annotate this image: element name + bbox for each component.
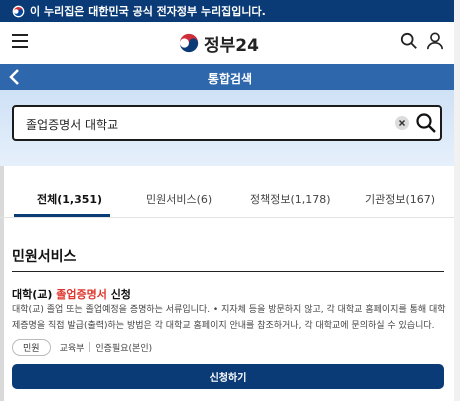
section-title: 민원서비스 — [12, 249, 77, 265]
result-meta: 민원 교육부 인증필요(본인) — [12, 338, 152, 356]
gov-banner-text: 이 누리집은 대한민국 공식 전자정부 누리집입니다. — [30, 5, 266, 18]
active-tab-indicator — [14, 214, 110, 217]
result-title-prefix: 대학(교) — [12, 288, 57, 301]
page-title: 통합검색 — [207, 72, 253, 86]
result-title[interactable]: 대학(교) 졸업증명서 신청 — [12, 286, 131, 302]
search-box — [12, 105, 442, 141]
tab-all[interactable]: 전체(1,351) — [37, 191, 102, 207]
apply-button[interactable]: 신청하기 — [12, 364, 444, 389]
agency-label: 교육부 — [59, 343, 85, 354]
tab-agency-info[interactable]: 기관정보(167) — [365, 191, 435, 207]
search-icon[interactable] — [400, 32, 418, 50]
close-icon — [399, 120, 405, 126]
result-tabs: 전체(1,351) 민원서비스(6) 정책정보(1,178) 기관정보(167) — [0, 183, 460, 218]
menu-icon[interactable] — [12, 34, 28, 48]
section-divider — [12, 271, 444, 272]
taegeuk-flag-icon — [12, 5, 25, 17]
auth-requirement: 인증필요(본인) — [95, 343, 153, 354]
search-input[interactable] — [24, 114, 388, 134]
clear-search-button[interactable] — [395, 116, 409, 130]
search-area — [0, 90, 460, 166]
tab-policy-info[interactable]: 정책정보(1,178) — [250, 191, 331, 207]
header: 정부24 — [0, 22, 460, 64]
meta-separator — [89, 342, 91, 352]
search-submit-icon[interactable] — [415, 112, 437, 134]
titlebar: 통합검색 — [0, 64, 460, 90]
tab-civil-services[interactable]: 민원서비스(6) — [146, 191, 212, 207]
user-icon[interactable] — [426, 32, 444, 50]
logo-text: 정부24 — [204, 35, 259, 56]
result-description: 대학(교) 졸업 또는 졸업예정을 증명하는 서류입니다. • 지자체 등을 방… — [12, 305, 446, 331]
category-badge: 민원 — [12, 338, 51, 356]
gov24-emblem-icon — [178, 32, 200, 54]
result-title-highlight: 졸업증명서 — [56, 288, 107, 301]
scrollbar[interactable] — [454, 0, 460, 401]
logo[interactable]: 정부24 — [178, 30, 259, 56]
gov-banner: 이 누리집은 대한민국 공식 전자정부 누리집입니다. — [0, 0, 460, 22]
result-title-suffix: 신청 — [106, 288, 131, 301]
